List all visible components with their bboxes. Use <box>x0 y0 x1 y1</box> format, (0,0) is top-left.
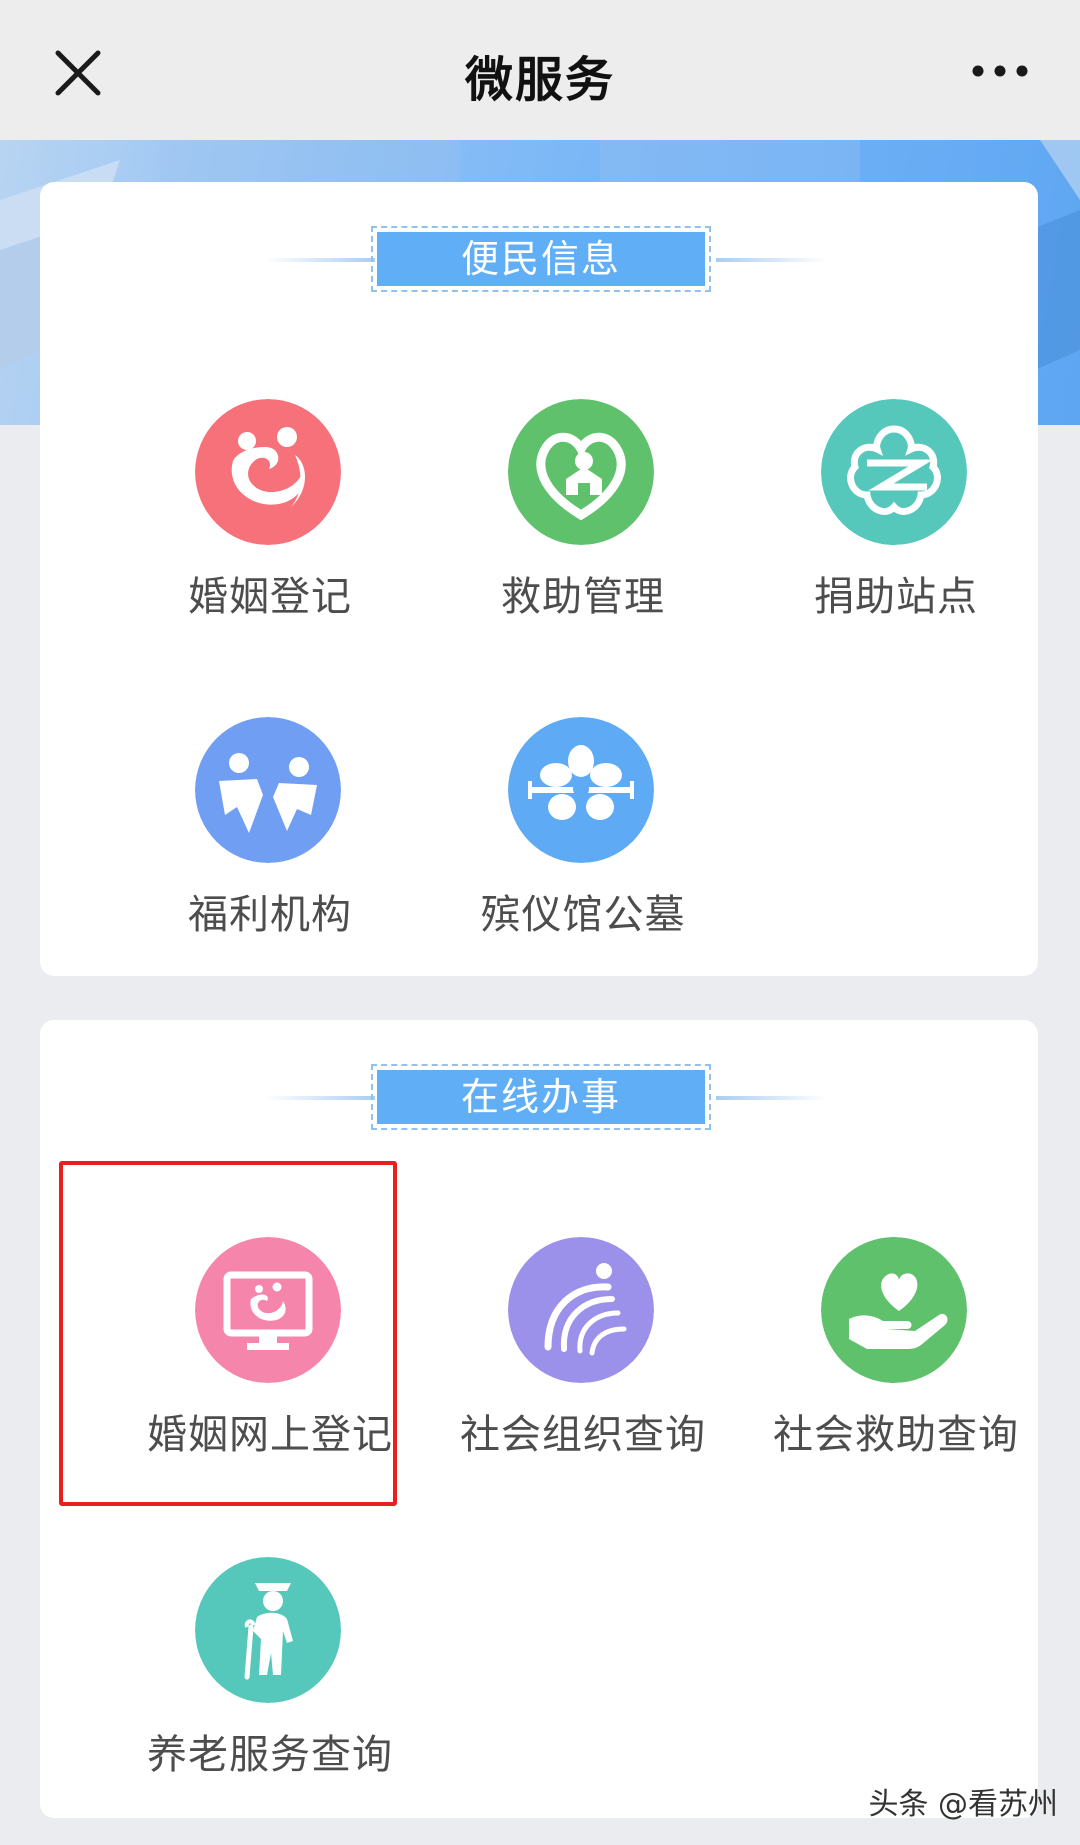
relief-icon <box>508 399 654 545</box>
highlight-annotation <box>59 1161 397 1506</box>
service-label: 殡仪馆公墓 <box>480 892 686 938</box>
service-social-organization-query[interactable]: 社会组织查询 <box>423 1237 743 1497</box>
watermark: 头条 @看苏州 <box>868 1787 1058 1822</box>
welfare-icon <box>195 717 341 863</box>
section-title-box: 在线办事 <box>371 1064 711 1130</box>
page-title: 微服务 <box>464 52 615 108</box>
nav-bar: 微服务 <box>0 0 1080 140</box>
service-relief-management[interactable]: 救助管理 <box>423 399 743 659</box>
section-title: 在线办事 <box>377 1070 705 1124</box>
social-org-icon <box>508 1237 654 1383</box>
service-label: 捐助站点 <box>814 574 978 620</box>
service-funeral-cemetery[interactable]: 殡仪馆公墓 <box>423 717 743 977</box>
convenience-info-card: 便民信息 婚姻登记 救助管理 捐助站点 福利机构 殡仪馆公墓 <box>40 182 1038 976</box>
service-label: 养老服务查询 <box>147 1732 393 1778</box>
service-label: 福利机构 <box>188 892 352 938</box>
section-header: 便民信息 <box>40 226 1038 292</box>
divider <box>716 258 826 262</box>
elderly-icon <box>195 1557 341 1703</box>
service-label: 社会救助查询 <box>773 1412 1019 1458</box>
donation-icon <box>821 399 967 545</box>
funeral-icon <box>508 717 654 863</box>
divider <box>265 1096 375 1100</box>
section-header: 在线办事 <box>40 1064 1038 1130</box>
service-welfare-institutions[interactable]: 福利机构 <box>110 717 430 977</box>
more-icon[interactable] <box>970 58 1030 84</box>
section-title: 便民信息 <box>377 232 705 286</box>
service-label: 社会组织查询 <box>460 1412 706 1458</box>
service-social-relief-query[interactable]: 社会救助查询 <box>736 1237 1056 1497</box>
section-title-box: 便民信息 <box>371 226 711 292</box>
divider <box>265 258 375 262</box>
marriage-icon <box>195 399 341 545</box>
service-donation-sites[interactable]: 捐助站点 <box>736 399 1056 659</box>
service-elderly-care-query[interactable]: 养老服务查询 <box>110 1557 430 1817</box>
service-label: 婚姻登记 <box>188 574 352 620</box>
divider <box>716 1096 826 1100</box>
social-relief-icon <box>821 1237 967 1383</box>
service-label: 救助管理 <box>501 574 665 620</box>
service-marriage-registration[interactable]: 婚姻登记 <box>110 399 430 659</box>
